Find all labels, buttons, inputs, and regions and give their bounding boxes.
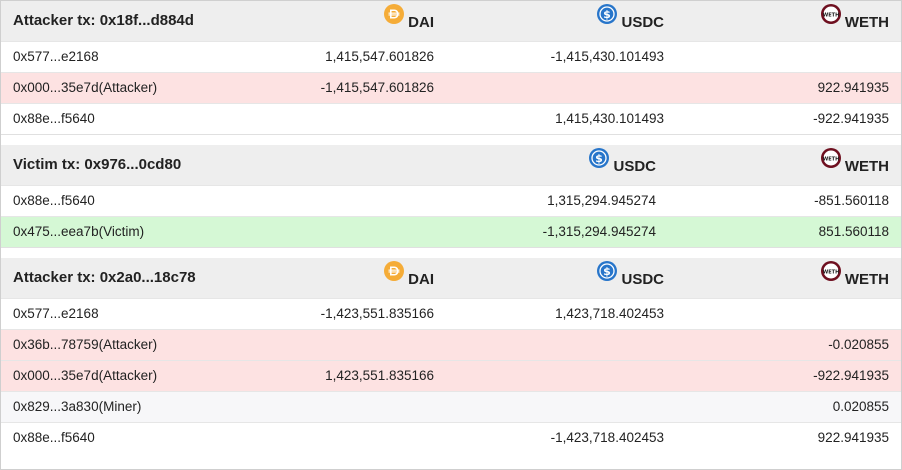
block-header: Attacker tx: 0x18f...d884d DAI $ USDC WE… [1, 1, 901, 41]
weth-amount: 851.560118 [676, 215, 901, 247]
dai-amount [231, 390, 446, 422]
empty-column-header [231, 145, 446, 185]
address-cell[interactable]: 0x829...3a830(Miner) [1, 390, 231, 422]
weth-amount: -922.941935 [676, 359, 901, 391]
transfer-tables: Attacker tx: 0x18f...d884d DAI $ USDC WE… [0, 0, 902, 470]
transfer-row: 0x88e...f5640 1,415,430.101493 -922.9419… [1, 102, 901, 134]
weth-label: WETH [844, 13, 889, 31]
weth-coin-icon: WETH [820, 260, 842, 282]
dai-amount: 1,415,547.601826 [231, 40, 446, 72]
dai-amount: 1,423,551.835166 [231, 359, 446, 391]
address-cell[interactable]: 0x36b...78759(Attacker) [1, 328, 231, 360]
usdc-label: USDC [621, 270, 664, 288]
usdc-amount: 1,415,430.101493 [446, 102, 676, 134]
transfer-row: 0x577...e2168 -1,423,551.835166 1,423,71… [1, 297, 901, 329]
weth-amount: 922.941935 [676, 421, 901, 453]
dai-amount: -1,415,547.601826 [231, 71, 446, 103]
weth-column-header: WETH WETH [676, 1, 901, 41]
transfer-row: 0x88e...f5640 -1,423,718.402453 922.9419… [1, 421, 901, 453]
weth-amount: 0.020855 [676, 390, 901, 422]
svg-text:$: $ [604, 265, 612, 278]
dai-coin-icon [383, 3, 405, 25]
dai-label: DAI [408, 270, 434, 288]
usdc-column-header: $ USDC [446, 145, 676, 185]
svg-text:WETH: WETH [823, 269, 840, 275]
address-cell[interactable]: 0x577...e2168 [1, 40, 231, 72]
usdc-label: USDC [613, 157, 656, 175]
weth-amount [676, 40, 901, 72]
attacker-tx-block-1: Attacker tx: 0x18f...d884d DAI $ USDC WE… [1, 1, 901, 134]
usdc-label: USDC [621, 13, 664, 31]
dai-amount [231, 328, 446, 360]
weth-column-header: WETH WETH [676, 258, 901, 298]
address-cell[interactable]: 0x000...35e7d(Attacker) [1, 359, 231, 391]
empty-cell [231, 215, 446, 247]
transfer-row-miner: 0x829...3a830(Miner) 0.020855 [1, 390, 901, 422]
transfer-row-victim: 0x475...eea7b(Victim) -1,315,294.945274 … [1, 215, 901, 247]
usdc-amount [446, 71, 676, 103]
block-header: Attacker tx: 0x2a0...18c78 DAI $ USDC WE… [1, 258, 901, 298]
address-cell[interactable]: 0x000...35e7d(Attacker) [1, 71, 231, 103]
svg-text:$: $ [604, 8, 612, 21]
usdc-coin-icon: $ [588, 147, 610, 169]
dai-column-header: DAI [231, 1, 446, 41]
usdc-amount: -1,423,718.402453 [446, 421, 676, 453]
tx-title[interactable]: Attacker tx: 0x2a0...18c78 [1, 258, 231, 298]
weth-amount: -851.560118 [676, 184, 901, 216]
usdc-column-header: $ USDC [446, 1, 676, 41]
weth-label: WETH [844, 270, 889, 288]
block-divider [1, 247, 901, 258]
weth-amount: -0.020855 [676, 328, 901, 360]
usdc-amount: -1,315,294.945274 [446, 215, 676, 247]
address-cell[interactable]: 0x577...e2168 [1, 297, 231, 329]
block-divider [1, 134, 901, 145]
usdc-column-header: $ USDC [446, 258, 676, 298]
tx-title[interactable]: Attacker tx: 0x18f...d884d [1, 1, 231, 41]
block-header: Victim tx: 0x976...0cd80 $ USDC WETH WET… [1, 145, 901, 185]
weth-amount: 922.941935 [676, 71, 901, 103]
dai-amount [231, 102, 446, 134]
usdc-amount: 1,315,294.945274 [446, 184, 676, 216]
transfer-row: 0x577...e2168 1,415,547.601826 -1,415,43… [1, 40, 901, 72]
transfer-row: 0x88e...f5640 1,315,294.945274 -851.5601… [1, 184, 901, 216]
address-cell[interactable]: 0x475...eea7b(Victim) [1, 215, 231, 247]
dai-coin-icon [383, 260, 405, 282]
dai-column-header: DAI [231, 258, 446, 298]
address-cell[interactable]: 0x88e...f5640 [1, 102, 231, 134]
dai-label: DAI [408, 13, 434, 31]
weth-coin-icon: WETH [820, 3, 842, 25]
weth-column-header: WETH WETH [676, 145, 901, 185]
transfer-row-attacker: 0x36b...78759(Attacker) -0.020855 [1, 328, 901, 360]
dai-amount [231, 421, 446, 453]
address-cell[interactable]: 0x88e...f5640 [1, 184, 231, 216]
empty-cell [231, 184, 446, 216]
usdc-amount: -1,415,430.101493 [446, 40, 676, 72]
address-cell[interactable]: 0x88e...f5640 [1, 421, 231, 453]
dai-amount: -1,423,551.835166 [231, 297, 446, 329]
weth-amount [676, 297, 901, 329]
transfer-row-attacker: 0x000...35e7d(Attacker) -1,415,547.60182… [1, 71, 901, 103]
svg-text:$: $ [596, 152, 604, 165]
transfer-row-attacker: 0x000...35e7d(Attacker) 1,423,551.835166… [1, 359, 901, 391]
usdc-amount [446, 390, 676, 422]
tx-title[interactable]: Victim tx: 0x976...0cd80 [1, 145, 231, 185]
usdc-amount [446, 328, 676, 360]
svg-text:WETH: WETH [823, 12, 840, 18]
usdc-amount: 1,423,718.402453 [446, 297, 676, 329]
attacker-tx-block-2: Attacker tx: 0x2a0...18c78 DAI $ USDC WE… [1, 258, 901, 453]
weth-amount: -922.941935 [676, 102, 901, 134]
svg-text:WETH: WETH [823, 156, 840, 162]
usdc-coin-icon: $ [596, 260, 618, 282]
usdc-coin-icon: $ [596, 3, 618, 25]
victim-tx-block: Victim tx: 0x976...0cd80 $ USDC WETH WET… [1, 145, 901, 247]
weth-label: WETH [844, 157, 889, 175]
usdc-amount [446, 359, 676, 391]
weth-coin-icon: WETH [820, 147, 842, 169]
